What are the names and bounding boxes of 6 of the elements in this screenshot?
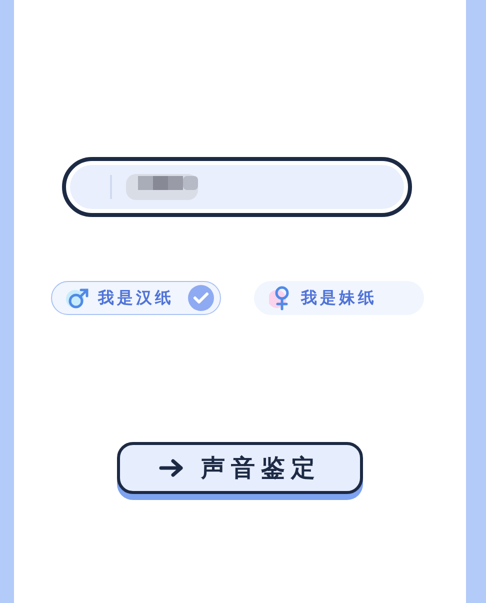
- blurred-text-drawing: [126, 174, 198, 200]
- gender-option[interactable]: 我是妹纸: [254, 281, 424, 315]
- check-icon: [188, 285, 214, 311]
- gender-option[interactable]: 我是汉纸: [51, 281, 221, 315]
- male-symbol-icon: [66, 286, 90, 310]
- arrow-icon: [159, 458, 185, 478]
